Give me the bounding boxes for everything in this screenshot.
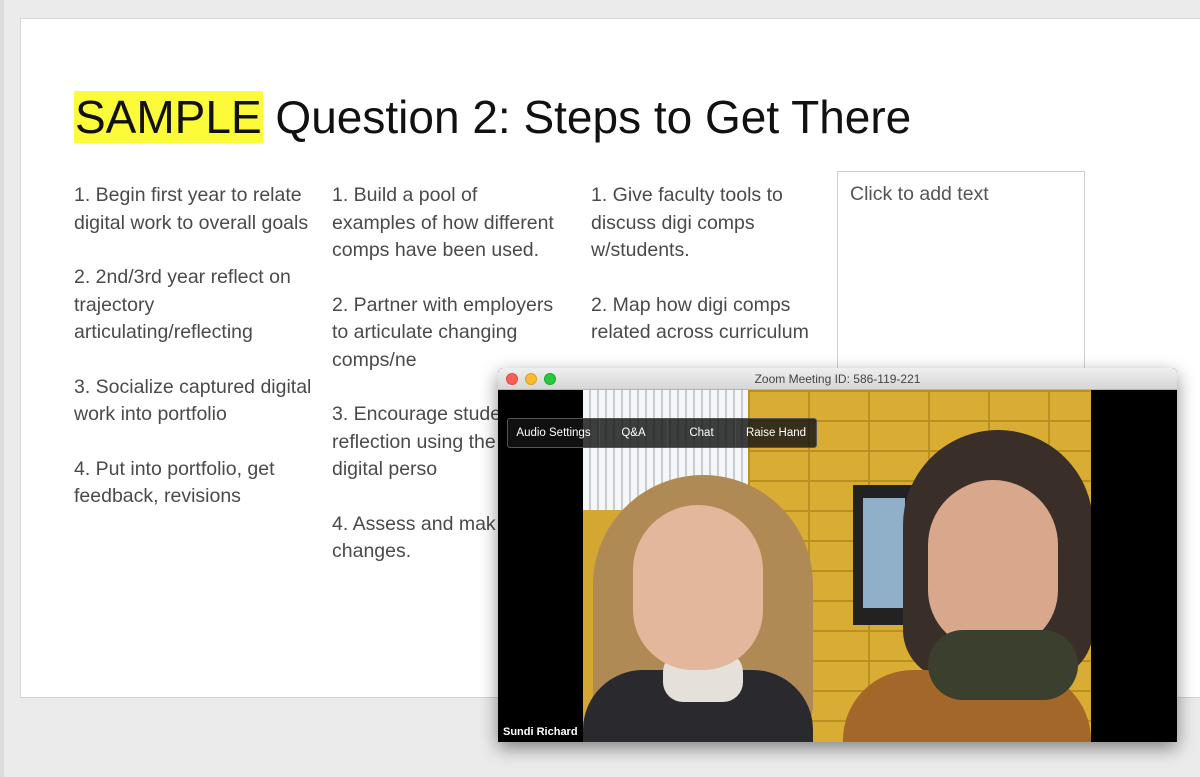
- text-column-1[interactable]: 1. Begin first year to relate digital wo…: [74, 182, 314, 538]
- participant-name-label: Sundi Richard: [500, 724, 581, 740]
- list-item: 2. Partner with employers to articulate …: [332, 293, 554, 371]
- list-item: 1. Build a pool of examples of how diffe…: [332, 184, 554, 261]
- background-picture: [863, 498, 905, 608]
- zoom-meeting-window[interactable]: Zoom Meeting ID: 586-119-221 Audio Setti…: [498, 368, 1177, 742]
- list-item: 3. Socialize captured digital work into …: [74, 375, 312, 426]
- person-right-scarf: [928, 630, 1078, 700]
- person-left-face: [633, 505, 763, 670]
- title-text: Question 2: Steps to Get There: [262, 91, 912, 143]
- list-item: 1. Give faculty tools to discuss digi co…: [591, 184, 783, 261]
- window-title: Zoom Meeting ID: 586-119-221: [754, 372, 921, 386]
- person-right-face: [928, 480, 1058, 650]
- audio-settings-button[interactable]: Audio Settings: [508, 419, 600, 447]
- meeting-toolbar: Audio Settings Q&A Chat Raise Hand: [507, 418, 817, 448]
- list-item: 4. Put into portfolio, get feedback, rev…: [74, 457, 275, 508]
- list-item: 2. 2nd/3rd year reflect on trajectory ar…: [74, 266, 291, 343]
- qa-button[interactable]: Q&A: [600, 419, 668, 447]
- window-titlebar[interactable]: Zoom Meeting ID: 586-119-221: [498, 368, 1177, 390]
- slide-title[interactable]: SAMPLE Question 2: Steps to Get There: [74, 87, 911, 147]
- title-highlight: SAMPLE: [74, 91, 263, 143]
- chat-button[interactable]: Chat: [668, 419, 736, 447]
- left-panel-edge: [0, 0, 4, 777]
- list-item: 1. Begin first year to relate digital wo…: [74, 184, 309, 234]
- placeholder-textbox[interactable]: Click to add text: [837, 171, 1085, 381]
- placeholder-text: Click to add text: [850, 183, 989, 205]
- text-column-3[interactable]: 1. Give faculty tools to discuss digi co…: [591, 182, 821, 374]
- list-item: 2. Map how digi comps related across cur…: [591, 293, 809, 344]
- video-feed[interactable]: Audio Settings Q&A Chat Raise Hand Sundi…: [498, 390, 1177, 742]
- raise-hand-button[interactable]: Raise Hand: [736, 419, 816, 447]
